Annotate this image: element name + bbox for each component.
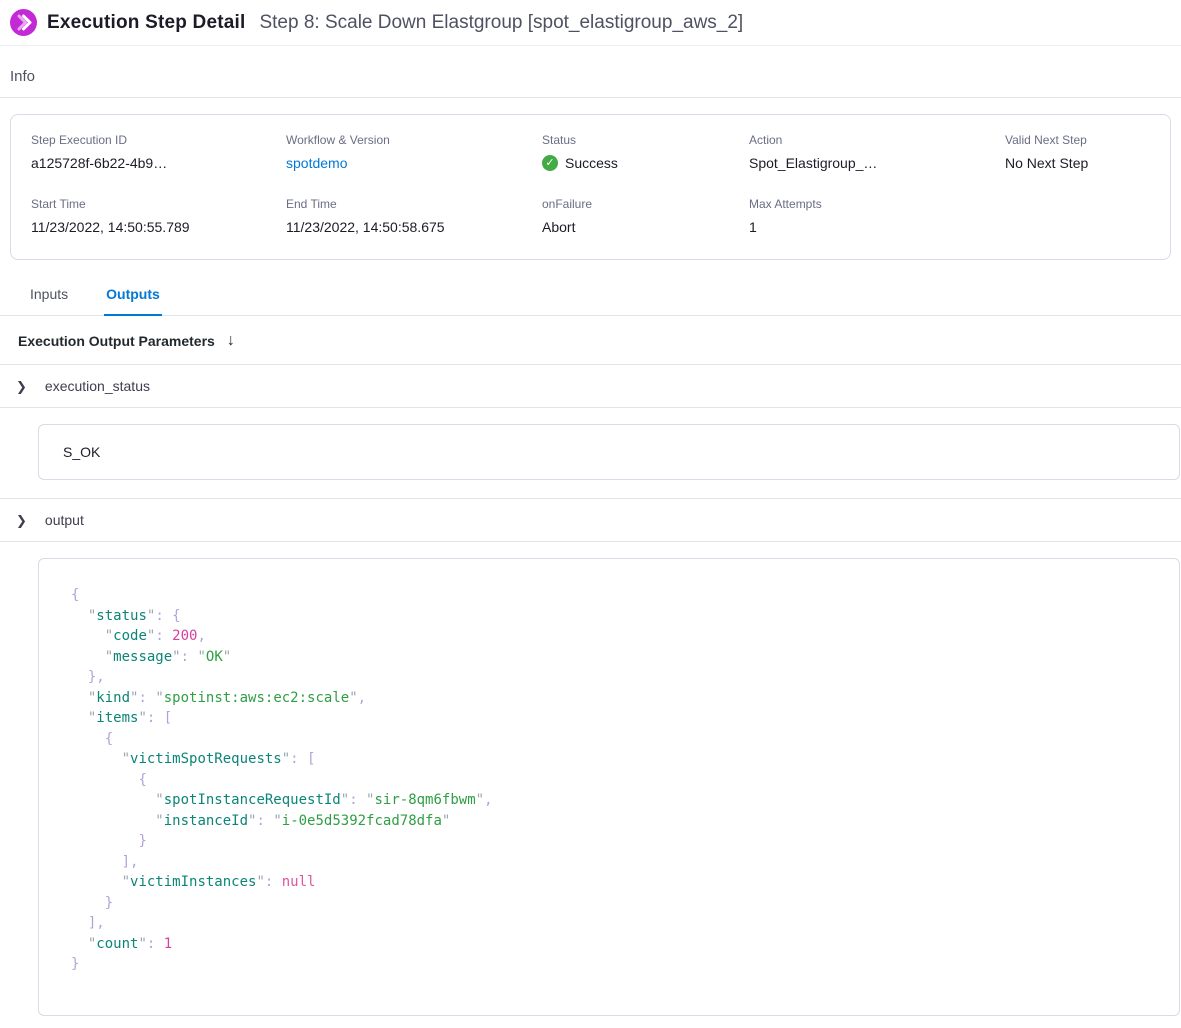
param-row-execution-status[interactable]: ❯ execution_status bbox=[0, 365, 1181, 408]
chevron-right-icon: ❯ bbox=[16, 380, 27, 393]
success-check-icon: ✓ bbox=[542, 155, 558, 171]
field-label: Status bbox=[542, 133, 749, 147]
app-logo-icon bbox=[10, 9, 37, 36]
field-label: Valid Next Step bbox=[1005, 133, 1150, 147]
field-value: Spot_Elastigroup_… bbox=[749, 155, 1005, 171]
field-label: End Time bbox=[286, 197, 542, 211]
output-parameters-header: Execution Output Parameters ↓ bbox=[0, 316, 1181, 365]
io-tabs: Inputs Outputs bbox=[0, 260, 1181, 316]
workflow-link[interactable]: spotdemo bbox=[286, 155, 542, 171]
page-title: Execution Step Detail bbox=[47, 12, 245, 34]
field-max-attempts: Max Attempts 1 bbox=[749, 197, 1005, 235]
param-name: output bbox=[45, 512, 84, 528]
field-valid-next-step: Valid Next Step No Next Step bbox=[1005, 133, 1150, 171]
field-start-time: Start Time 11/23/2022, 14:50:55.789 bbox=[31, 197, 286, 235]
status-text: Success bbox=[565, 155, 618, 171]
output-json-box: { "status": { "code": 200, "message": "O… bbox=[38, 558, 1180, 1016]
field-workflow-version: Workflow & Version spotdemo bbox=[286, 133, 542, 171]
param-name: execution_status bbox=[45, 378, 150, 394]
field-value: Abort bbox=[542, 219, 749, 235]
tab-outputs[interactable]: Outputs bbox=[104, 280, 162, 316]
field-label: Max Attempts bbox=[749, 197, 1005, 211]
execution-status-value-box: S_OK bbox=[38, 424, 1180, 480]
param-row-output[interactable]: ❯ output bbox=[0, 499, 1181, 542]
field-value: No Next Step bbox=[1005, 155, 1150, 171]
tab-inputs[interactable]: Inputs bbox=[28, 280, 70, 315]
field-label: Start Time bbox=[31, 197, 286, 211]
field-value: 11/23/2022, 14:50:55.789 bbox=[31, 219, 286, 235]
info-section-label: Info bbox=[0, 46, 1181, 98]
execution-status-content: S_OK bbox=[0, 408, 1181, 499]
field-value: a125728f-6b22-4b9… bbox=[31, 155, 286, 171]
field-step-execution-id: Step Execution ID a125728f-6b22-4b9… bbox=[31, 133, 286, 171]
execution-step-detail-page: Execution Step Detail Step 8: Scale Down… bbox=[0, 0, 1181, 1028]
output-json-viewer: { "status": { "code": 200, "message": "O… bbox=[71, 585, 1147, 975]
step-info-grid: Step Execution ID a125728f-6b22-4b9… Wor… bbox=[31, 133, 1150, 235]
download-arrow-icon[interactable]: ↓ bbox=[227, 332, 235, 350]
field-label: Step Execution ID bbox=[31, 133, 286, 147]
field-status: Status ✓ Success bbox=[542, 133, 749, 171]
field-end-time: End Time 11/23/2022, 14:50:58.675 bbox=[286, 197, 542, 235]
field-action: Action Spot_Elastigroup_… bbox=[749, 133, 1005, 171]
status-badge: ✓ Success bbox=[542, 155, 749, 171]
page-subtitle: Step 8: Scale Down Elastgroup [spot_elas… bbox=[259, 12, 743, 34]
field-value: 11/23/2022, 14:50:58.675 bbox=[286, 219, 542, 235]
step-info-card: Step Execution ID a125728f-6b22-4b9… Wor… bbox=[10, 114, 1171, 260]
field-label: Action bbox=[749, 133, 1005, 147]
field-label: onFailure bbox=[542, 197, 749, 211]
output-content: { "status": { "code": 200, "message": "O… bbox=[0, 542, 1181, 1028]
field-onfailure: onFailure Abort bbox=[542, 197, 749, 235]
output-parameters-title: Execution Output Parameters bbox=[18, 333, 215, 349]
field-value: 1 bbox=[749, 219, 1005, 235]
page-header: Execution Step Detail Step 8: Scale Down… bbox=[0, 0, 1181, 46]
chevron-right-icon: ❯ bbox=[16, 514, 27, 527]
field-label: Workflow & Version bbox=[286, 133, 542, 147]
